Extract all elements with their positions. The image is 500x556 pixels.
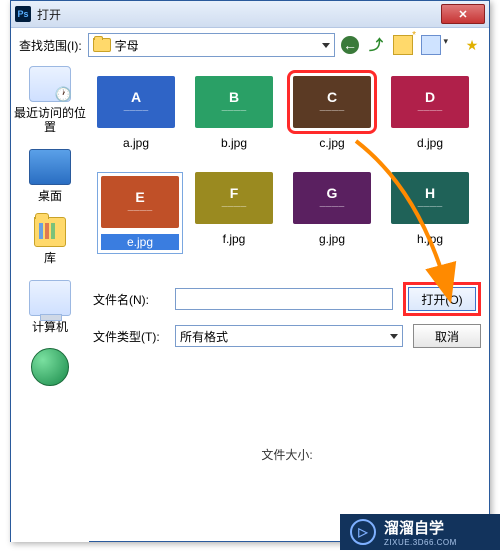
file-subtext: ———— [128, 208, 153, 215]
filename-input[interactable] [175, 288, 393, 310]
filename-label: 文件名(N): [93, 291, 165, 308]
back-icon[interactable]: ← [341, 36, 359, 54]
lookin-label: 查找范围(I): [19, 37, 82, 54]
open-button[interactable]: 打开(O) [408, 287, 476, 311]
network-icon [31, 348, 69, 386]
file-subtext: ———— [320, 108, 345, 115]
file-letter: A [131, 90, 141, 105]
form-rows: 文件名(N): 打开(O) 文件类型(T): 所有格式 取消 [93, 282, 481, 356]
place-computer-label: 计算机 [11, 320, 89, 334]
ps-icon: Ps [15, 6, 31, 22]
main-panel: A ———— a.jpg B ———— b.jpg C ———— c.jpg D ———— d.jpg… [89, 62, 489, 542]
window-title: 打开 [37, 6, 441, 23]
file-thumb-selected: E ———— e.jpg [97, 172, 183, 254]
brand-name: 溜溜自学 [384, 520, 444, 537]
recent-icon [29, 66, 71, 102]
file-caption: c.jpg [293, 136, 371, 150]
toolbar-icons: ← ⤴ ★ [341, 35, 481, 55]
file-preview: D ———— [391, 76, 469, 128]
titlebar[interactable]: Ps 打开 ✕ [11, 1, 489, 28]
file-preview: C ———— [293, 76, 371, 128]
lookin-row: 查找范围(I): 字母 ← ⤴ ★ [11, 28, 489, 62]
file-subtext: ———— [418, 108, 443, 115]
lookin-combo[interactable]: 字母 [88, 33, 335, 57]
file-letter: E [135, 190, 144, 205]
file-thumb[interactable]: C ———— c.jpg [293, 76, 371, 150]
up-icon[interactable]: ⤴ [367, 36, 385, 54]
filetype-combo[interactable]: 所有格式 [175, 325, 403, 347]
place-library[interactable]: 库 [11, 217, 89, 265]
file-letter: D [425, 90, 435, 105]
place-library-label: 库 [11, 251, 89, 265]
file-subtext: ———— [222, 108, 247, 115]
place-computer[interactable]: 计算机 [11, 280, 89, 334]
file-preview: B ———— [195, 76, 273, 128]
file-caption: h.jpg [391, 232, 469, 246]
file-caption: a.jpg [97, 136, 175, 150]
file-thumb[interactable]: G ———— g.jpg [293, 172, 371, 254]
chevron-down-icon [390, 334, 398, 339]
file-preview: A ———— [97, 76, 175, 128]
file-letter: B [229, 90, 239, 105]
file-thumb[interactable]: A ———— a.jpg [97, 76, 175, 150]
file-caption: g.jpg [293, 232, 371, 246]
file-caption: b.jpg [195, 136, 273, 150]
library-icon [34, 217, 66, 247]
place-recent[interactable]: 最近访问的位置 [11, 66, 89, 135]
file-subtext: ———— [418, 204, 443, 211]
file-subtext: ———— [124, 108, 149, 115]
brand-watermark: ▷ 溜溜自学 ZIXUE.3D66.COM [340, 514, 500, 550]
close-button[interactable]: ✕ [441, 4, 485, 24]
place-recent-label: 最近访问的位置 [11, 106, 89, 135]
desktop-icon [29, 149, 71, 185]
file-caption: e.jpg [101, 234, 179, 250]
file-thumb[interactable]: F ———— f.jpg [195, 172, 273, 254]
chevron-down-icon [322, 43, 330, 48]
file-letter: G [327, 186, 338, 201]
folder-icon [93, 38, 111, 52]
file-thumb[interactable]: B ———— b.jpg [195, 76, 273, 150]
filetype-value: 所有格式 [180, 328, 228, 345]
close-icon: ✕ [458, 8, 467, 21]
place-desktop[interactable]: 桌面 [11, 149, 89, 203]
file-thumb[interactable]: H ———— h.jpg [391, 172, 469, 254]
file-subtext: ———— [222, 204, 247, 211]
brand-sub: ZIXUE.3D66.COM [384, 538, 457, 547]
file-caption: d.jpg [391, 136, 469, 150]
brand-play-icon: ▷ [350, 519, 376, 545]
places-bar: 最近访问的位置 桌面 库 计算机 [11, 62, 89, 542]
file-preview: H ———— [391, 172, 469, 224]
file-thumb[interactable]: D ———— d.jpg [391, 76, 469, 150]
computer-icon [29, 280, 71, 316]
file-preview: F ———— [195, 172, 273, 224]
file-letter: H [425, 186, 435, 201]
file-thumb[interactable]: E————e.jpg [97, 172, 175, 254]
cancel-button[interactable]: 取消 [413, 324, 481, 348]
file-letter: F [230, 186, 239, 201]
file-letter: C [327, 90, 337, 105]
favorite-icon[interactable]: ★ [463, 36, 481, 54]
file-preview: E ———— [101, 176, 179, 228]
place-desktop-label: 桌面 [11, 189, 89, 203]
file-list[interactable]: A ———— a.jpg B ———— b.jpg C ———— c.jpg D ———— d.jpg… [93, 66, 481, 272]
file-subtext: ———— [320, 204, 345, 211]
file-caption: f.jpg [195, 232, 273, 246]
filetype-label: 文件类型(T): [93, 328, 165, 345]
new-folder-icon[interactable] [393, 35, 413, 55]
file-preview: G ———— [293, 172, 371, 224]
view-menu-icon[interactable] [421, 35, 441, 55]
open-button-highlight: 打开(O) [403, 282, 481, 316]
lookin-value: 字母 [115, 37, 139, 54]
place-network[interactable] [11, 348, 89, 386]
open-dialog: Ps 打开 ✕ 查找范围(I): 字母 ← ⤴ ★ 最近访问的位置 [10, 0, 490, 542]
filesize-label: 文件大小: [93, 446, 481, 463]
